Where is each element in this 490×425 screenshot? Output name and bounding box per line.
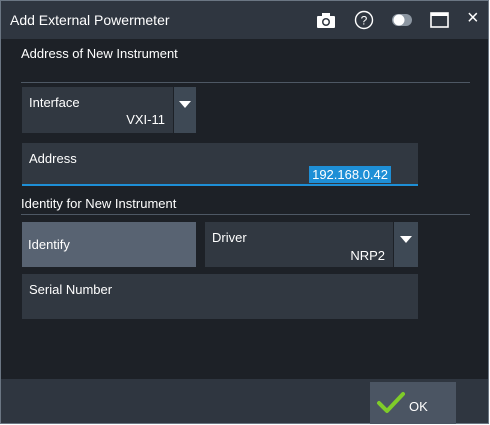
dialog-title: Add External Powermeter [10,12,170,28]
ok-button[interactable]: OK [370,382,456,424]
section-divider [21,82,470,83]
section-divider [21,214,470,215]
help-icon[interactable]: ? [353,10,375,30]
interface-label: Interface [29,95,80,110]
camera-icon[interactable] [315,10,337,30]
interface-dropdown-arrow[interactable] [174,87,196,133]
driver-select[interactable]: Driver NRP2 [205,222,393,267]
serial-number-field[interactable]: Serial Number [22,274,418,319]
driver-dropdown-arrow[interactable] [394,222,418,267]
interface-select[interactable]: Interface VXI-11 [22,87,173,133]
close-icon[interactable]: × [467,7,485,29]
identify-button[interactable]: Identify [22,222,196,267]
svg-text:?: ? [361,14,368,28]
interface-value: VXI-11 [126,112,165,127]
address-input-value[interactable]: 192.168.0.42 [309,166,391,183]
address-focus-underline [22,184,418,186]
serial-number-label: Serial Number [29,282,113,297]
maximize-icon[interactable] [429,10,451,30]
driver-value: NRP2 [350,248,385,263]
checkmark-icon [376,391,406,418]
title-bar: Add External Powermeter ? × [1,1,488,39]
add-external-powermeter-dialog: Add External Powermeter ? × Address of N… [0,0,489,424]
identify-button-label: Identify [28,237,70,252]
section-header-address: Address of New Instrument [21,46,178,61]
driver-label: Driver [212,230,247,245]
ok-button-label: OK [409,399,428,414]
toggle-icon[interactable] [391,10,413,30]
address-label: Address [29,151,77,166]
section-header-identity: Identity for New Instrument [21,196,177,211]
